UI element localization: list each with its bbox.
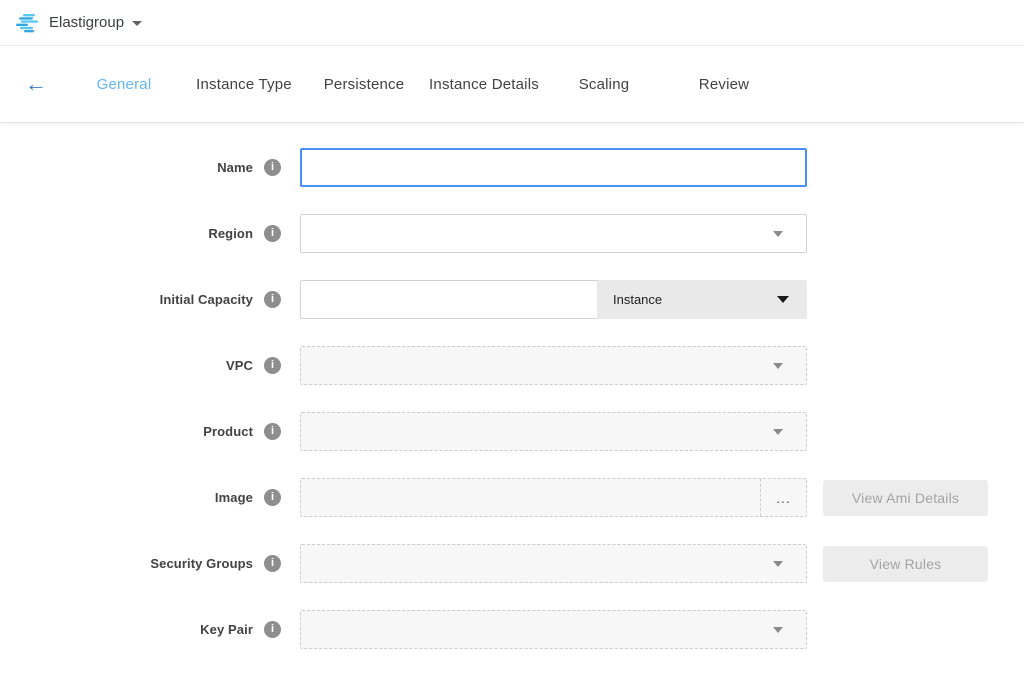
region-label: Region	[208, 226, 253, 241]
chevron-down-icon	[777, 296, 789, 303]
back-arrow-icon: ←	[25, 73, 47, 95]
initial-capacity-info-icon[interactable]: i	[264, 291, 281, 308]
name-info-icon[interactable]: i	[264, 159, 281, 176]
chevron-down-icon	[773, 363, 783, 369]
tab-general[interactable]: General	[64, 76, 184, 93]
product-label: Product	[203, 424, 253, 439]
vpc-info-icon[interactable]: i	[264, 357, 281, 374]
view-ami-details-button[interactable]: View Ami Details	[823, 480, 988, 516]
tab-instance-details[interactable]: Instance Details	[424, 76, 544, 93]
tab-scaling[interactable]: Scaling	[544, 76, 664, 93]
key-pair-select	[300, 610, 807, 649]
capacity-unit-select[interactable]: Instance	[597, 280, 807, 319]
elastigroup-logo-icon	[14, 13, 40, 33]
form-row-name: Name i	[0, 148, 1024, 187]
vpc-select	[300, 346, 807, 385]
image-label: Image	[215, 490, 253, 505]
name-label: Name	[217, 160, 253, 175]
chevron-down-icon[interactable]	[132, 21, 142, 26]
chevron-down-icon	[773, 429, 783, 435]
security-groups-select	[300, 544, 807, 583]
region-info-icon[interactable]: i	[264, 225, 281, 242]
key-pair-label: Key Pair	[200, 622, 253, 637]
wizard-tabs: General Instance Type Persistence Instan…	[64, 76, 784, 93]
initial-capacity-input[interactable]	[300, 280, 597, 319]
wizard-tabbar: ← General Instance Type Persistence Inst…	[0, 46, 1024, 123]
form-row-key-pair: Key Pair i	[0, 610, 1024, 649]
form-row-product: Product i	[0, 412, 1024, 451]
image-info-icon[interactable]: i	[264, 489, 281, 506]
image-picker: ...	[300, 478, 807, 517]
name-input[interactable]	[300, 148, 807, 187]
topbar: Elastigroup	[0, 0, 1024, 46]
chevron-down-icon	[773, 627, 783, 633]
image-picker-value	[301, 479, 760, 516]
region-select[interactable]	[300, 214, 807, 253]
initial-capacity-label: Initial Capacity	[160, 292, 253, 307]
form-row-vpc: VPC i	[0, 346, 1024, 385]
key-pair-info-icon[interactable]: i	[264, 621, 281, 638]
product-switcher-label[interactable]: Elastigroup	[49, 14, 124, 31]
security-groups-label: Security Groups	[150, 556, 253, 571]
form-row-region: Region i	[0, 214, 1024, 253]
chevron-down-icon	[773, 231, 783, 237]
form-row-image: Image i ... View Ami Details	[0, 478, 1024, 517]
tab-review[interactable]: Review	[664, 76, 784, 93]
chevron-down-icon	[773, 561, 783, 567]
form-row-initial-capacity: Initial Capacity i Instance	[0, 280, 1024, 319]
image-browse-button[interactable]: ...	[760, 479, 806, 516]
capacity-unit-value: Instance	[613, 292, 662, 307]
view-rules-button[interactable]: View Rules	[823, 546, 988, 582]
form-row-security-groups: Security Groups i View Rules	[0, 544, 1024, 583]
security-groups-info-icon[interactable]: i	[264, 555, 281, 572]
product-info-icon[interactable]: i	[264, 423, 281, 440]
tab-persistence[interactable]: Persistence	[304, 76, 424, 93]
tab-instance-type[interactable]: Instance Type	[184, 76, 304, 93]
back-button[interactable]: ←	[22, 70, 50, 98]
vpc-label: VPC	[226, 358, 253, 373]
general-settings-form: Name i Region i Initial Capacity i Inst	[0, 123, 1024, 649]
product-select	[300, 412, 807, 451]
